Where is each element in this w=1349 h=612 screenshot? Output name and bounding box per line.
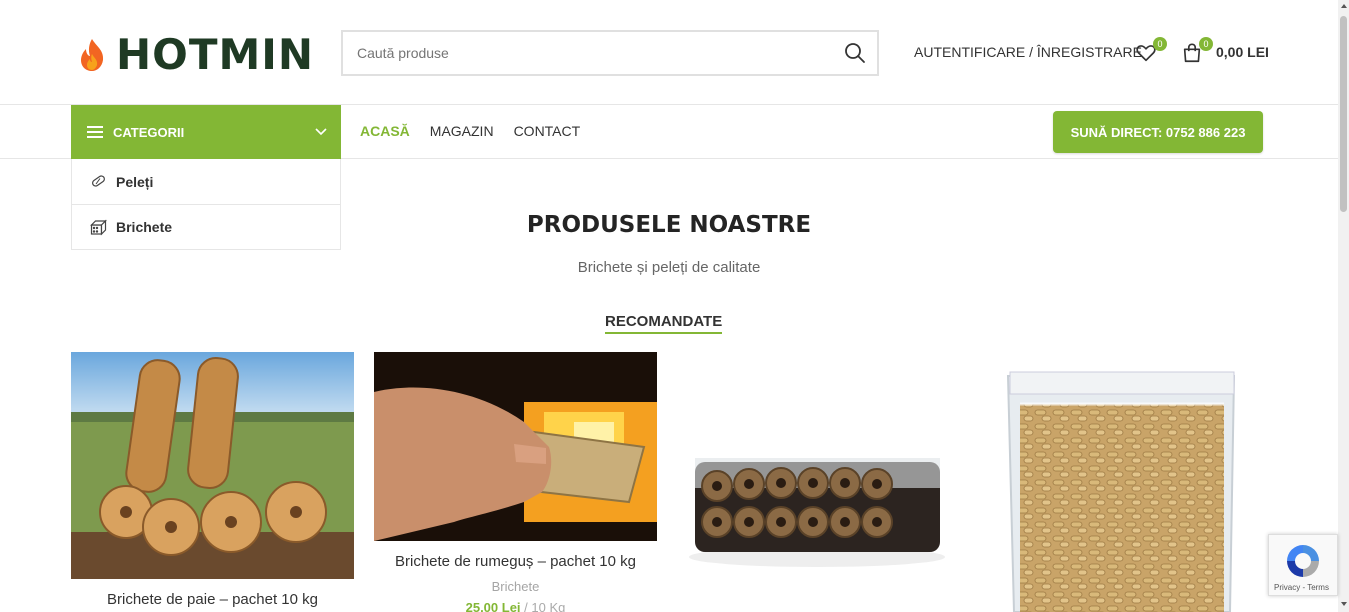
fireplace-briquette-photo [374,352,657,541]
flame-icon [81,38,104,71]
cart-total[interactable]: 0,00 LEI [1216,44,1269,60]
logo[interactable]: HOTMIN [78,30,314,79]
categories-toggle[interactable]: CATEGORII [71,105,341,159]
product-category[interactable]: Brichete [374,579,657,594]
menu-item-home[interactable]: ACASĂ [360,123,410,139]
search-icon[interactable] [843,41,867,65]
menu-item-contact[interactable]: CONTACT [514,123,581,139]
search-bar [341,30,879,76]
product-card: Brichete de rumeguș – pachet 10 kg Brich… [374,352,657,612]
product-image[interactable] [980,352,1263,612]
logo-text: HOTMIN [116,30,315,79]
categories-label: CATEGORII [113,124,185,140]
price-unit: / 10 Kg [524,600,566,612]
login-register-link[interactable]: AUTENTIFICARE / ÎNREGISTRARE [914,44,1142,60]
pellet-bag-photo [980,352,1263,612]
wrapped-briquettes-photo [677,352,960,602]
page-scrollbar[interactable] [1338,0,1349,612]
product-name[interactable]: Brichete de rumeguș – pachet 10 kg [374,553,657,570]
wishlist-button[interactable]: 0 [1135,37,1167,66]
product-image[interactable] [374,352,657,541]
product-name[interactable]: Brichete de paie – pachet 10 kg [71,591,354,608]
product-card [980,352,1263,612]
pellet-icon [92,175,105,187]
menu: ACASĂ MAGAZIN CONTACT [360,123,580,139]
recaptcha-icon [1287,545,1319,577]
category-item-pellets[interactable]: Peleți [72,159,340,204]
price-value: 25,00 Lei [465,600,521,612]
hamburger-icon [87,126,103,138]
chevron-down-icon [315,128,327,136]
product-price: 25,00 Lei / 10 Kg [374,600,657,612]
product-card: Brichete de paie – pachet 10 kg [71,352,354,608]
menu-item-shop[interactable]: MAGAZIN [430,123,494,139]
wishlist-count-badge: 0 [1153,37,1167,51]
recaptcha-links[interactable]: Privacy - Terms [1274,583,1329,592]
cart-count-badge: 0 [1199,37,1213,51]
product-card [677,352,960,602]
section-title: PRODUSELE NOASTRE [526,212,812,238]
call-button[interactable]: SUNĂ DIRECT: 0752 886 223 [1053,111,1263,153]
scrollbar-thumb[interactable] [1340,16,1347,212]
scroll-up-arrow-icon[interactable] [1341,4,1347,8]
scroll-down-arrow-icon[interactable] [1341,602,1347,606]
cart-button[interactable]: 0 [1181,37,1213,66]
tab-recommended[interactable]: RECOMANDATE [605,313,723,334]
search-input[interactable] [343,32,823,74]
straw-briquettes-photo [71,352,354,579]
main-navigation: CATEGORII ACASĂ MAGAZIN CONTACT SUNĂ DIR… [0,105,1338,159]
category-item-label: Peleți [116,173,154,190]
product-image[interactable] [677,352,960,602]
section-subtitle: Brichete și peleți de calitate [577,259,761,276]
header: HOTMIN AUTENTIFICARE / ÎNREGISTRARE 0 0 … [0,0,1338,105]
product-image[interactable] [71,352,354,579]
